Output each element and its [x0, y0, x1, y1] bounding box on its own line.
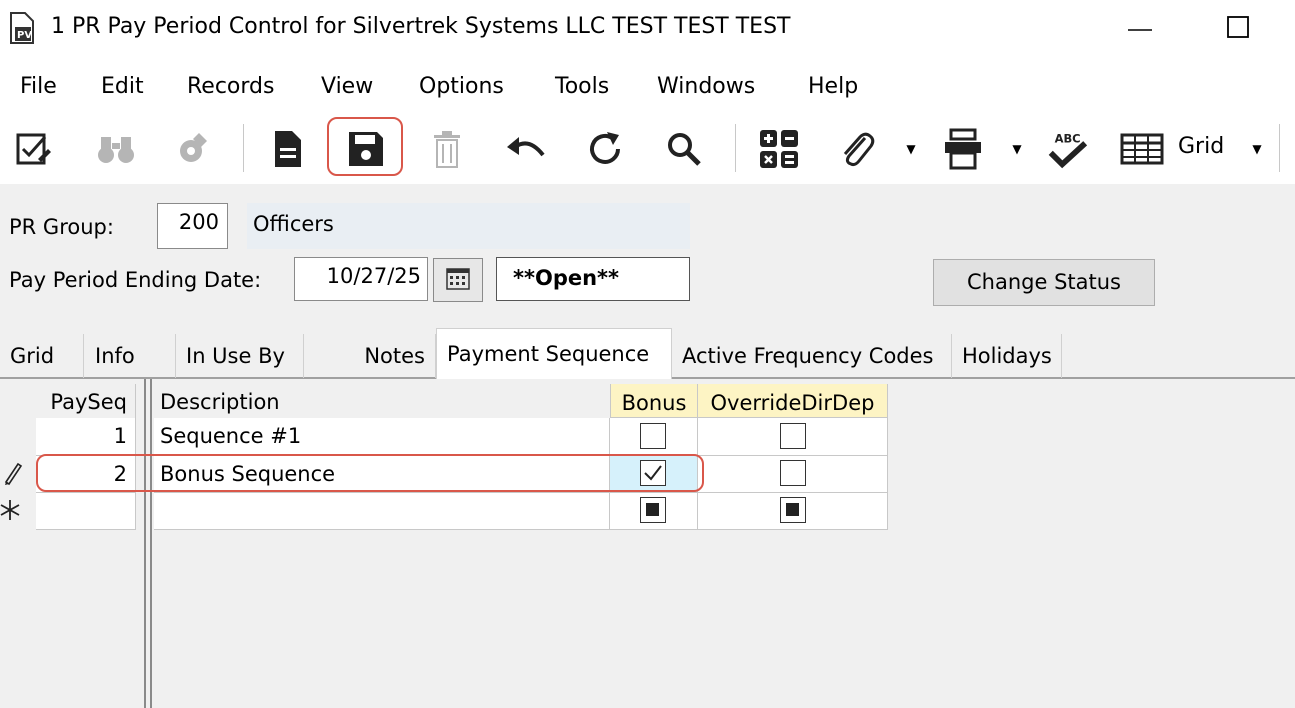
- selected-row-highlight: [36, 454, 704, 492]
- tab-active-frequency-codes[interactable]: Active Frequency Codes: [672, 334, 952, 378]
- menu-records[interactable]: Records: [187, 74, 274, 99]
- cell-override-dir-dep[interactable]: [698, 418, 888, 456]
- svg-text:ABC: ABC: [1055, 131, 1081, 145]
- window-title: 1 PR Pay Period Control for Silvertrek S…: [51, 14, 791, 39]
- toolbar-separator: [243, 124, 244, 172]
- menu-options[interactable]: Options: [419, 74, 504, 99]
- tab-in-use-by[interactable]: In Use By: [176, 334, 304, 378]
- pr-group-description: Officers: [247, 203, 690, 249]
- menu-tools[interactable]: Tools: [555, 74, 609, 99]
- grid-icon[interactable]: [1120, 123, 1164, 175]
- search-icon[interactable]: [662, 123, 706, 175]
- override-dir-dep-checkbox[interactable]: [780, 423, 806, 449]
- calculator-icon[interactable]: [757, 123, 801, 175]
- column-header-description[interactable]: Description: [154, 384, 610, 420]
- cell-bonus[interactable]: [610, 418, 698, 456]
- frozen-column-divider: [150, 379, 152, 708]
- cell-payseq[interactable]: 1: [36, 418, 136, 456]
- svg-text:PV: PV: [17, 30, 32, 41]
- pay-period-date-label: Pay Period Ending Date:: [9, 268, 262, 292]
- paperclip-icon[interactable]: [835, 123, 879, 175]
- column-header-bonus[interactable]: Bonus: [610, 384, 698, 418]
- column-header-payseq[interactable]: PaySeq: [36, 384, 136, 420]
- tab-notes[interactable]: Notes: [304, 334, 436, 378]
- new-document-icon[interactable]: [266, 123, 310, 175]
- binoculars-icon: [94, 123, 138, 175]
- cell-payseq-new[interactable]: [36, 493, 136, 530]
- status-display: **Open**: [496, 257, 690, 301]
- column-header-override-dir-dep[interactable]: OverrideDirDep: [698, 384, 888, 418]
- tab-grid[interactable]: Grid: [0, 334, 84, 378]
- menu-view[interactable]: View: [321, 74, 373, 99]
- pr-group-input[interactable]: 200: [157, 203, 228, 249]
- pr-group-label: PR Group:: [9, 215, 114, 239]
- pay-period-date-input[interactable]: 10/27/25: [294, 257, 428, 301]
- printer-icon[interactable]: [941, 123, 985, 175]
- calendar-icon[interactable]: [433, 258, 483, 302]
- undo-icon[interactable]: [504, 123, 548, 175]
- cell-override-dir-dep[interactable]: [698, 456, 888, 493]
- toolbar-separator: [735, 124, 736, 172]
- maximize-icon[interactable]: [1222, 12, 1254, 44]
- toolbar-separator: [1279, 124, 1280, 172]
- menu-windows[interactable]: Windows: [657, 74, 755, 99]
- grid-dropdown-caret[interactable]: ▼: [1250, 142, 1264, 156]
- print-dropdown-caret[interactable]: ▼: [1010, 142, 1024, 156]
- attach-dropdown-caret[interactable]: ▼: [904, 142, 918, 156]
- cell-description[interactable]: Sequence #1: [154, 418, 610, 456]
- menu-file[interactable]: File: [20, 74, 57, 99]
- bonus-checkbox-indeterminate[interactable]: [640, 497, 666, 523]
- minimize-icon[interactable]: [1124, 12, 1156, 44]
- override-dir-dep-checkbox-indeterminate[interactable]: [780, 497, 806, 523]
- asterisk-icon: [0, 498, 20, 522]
- pv-document-icon[interactable]: PV: [9, 11, 35, 45]
- tab-payment-sequence[interactable]: Payment Sequence: [436, 328, 672, 379]
- grid-view-label[interactable]: Grid: [1178, 134, 1224, 159]
- tab-holidays[interactable]: Holidays: [952, 334, 1062, 378]
- cell-description-new[interactable]: [154, 493, 610, 530]
- menu-edit[interactable]: Edit: [101, 74, 144, 99]
- refresh-icon[interactable]: [583, 123, 627, 175]
- menu-help[interactable]: Help: [808, 74, 858, 99]
- override-dir-dep-checkbox[interactable]: [780, 460, 806, 486]
- tools-icon: [171, 123, 215, 175]
- trash-icon: [425, 123, 469, 175]
- frozen-column-divider: [144, 379, 146, 708]
- save-button-highlight: [327, 117, 403, 176]
- pencil-icon: [2, 460, 24, 486]
- change-status-button[interactable]: Change Status: [933, 259, 1155, 306]
- cell-bonus-new[interactable]: [610, 493, 698, 530]
- bonus-checkbox[interactable]: [640, 423, 666, 449]
- tab-info[interactable]: Info: [84, 334, 176, 378]
- checklist-edit-icon[interactable]: [12, 123, 56, 175]
- cell-override-dir-dep-new[interactable]: [698, 493, 888, 530]
- spellcheck-icon[interactable]: ABC: [1045, 123, 1089, 175]
